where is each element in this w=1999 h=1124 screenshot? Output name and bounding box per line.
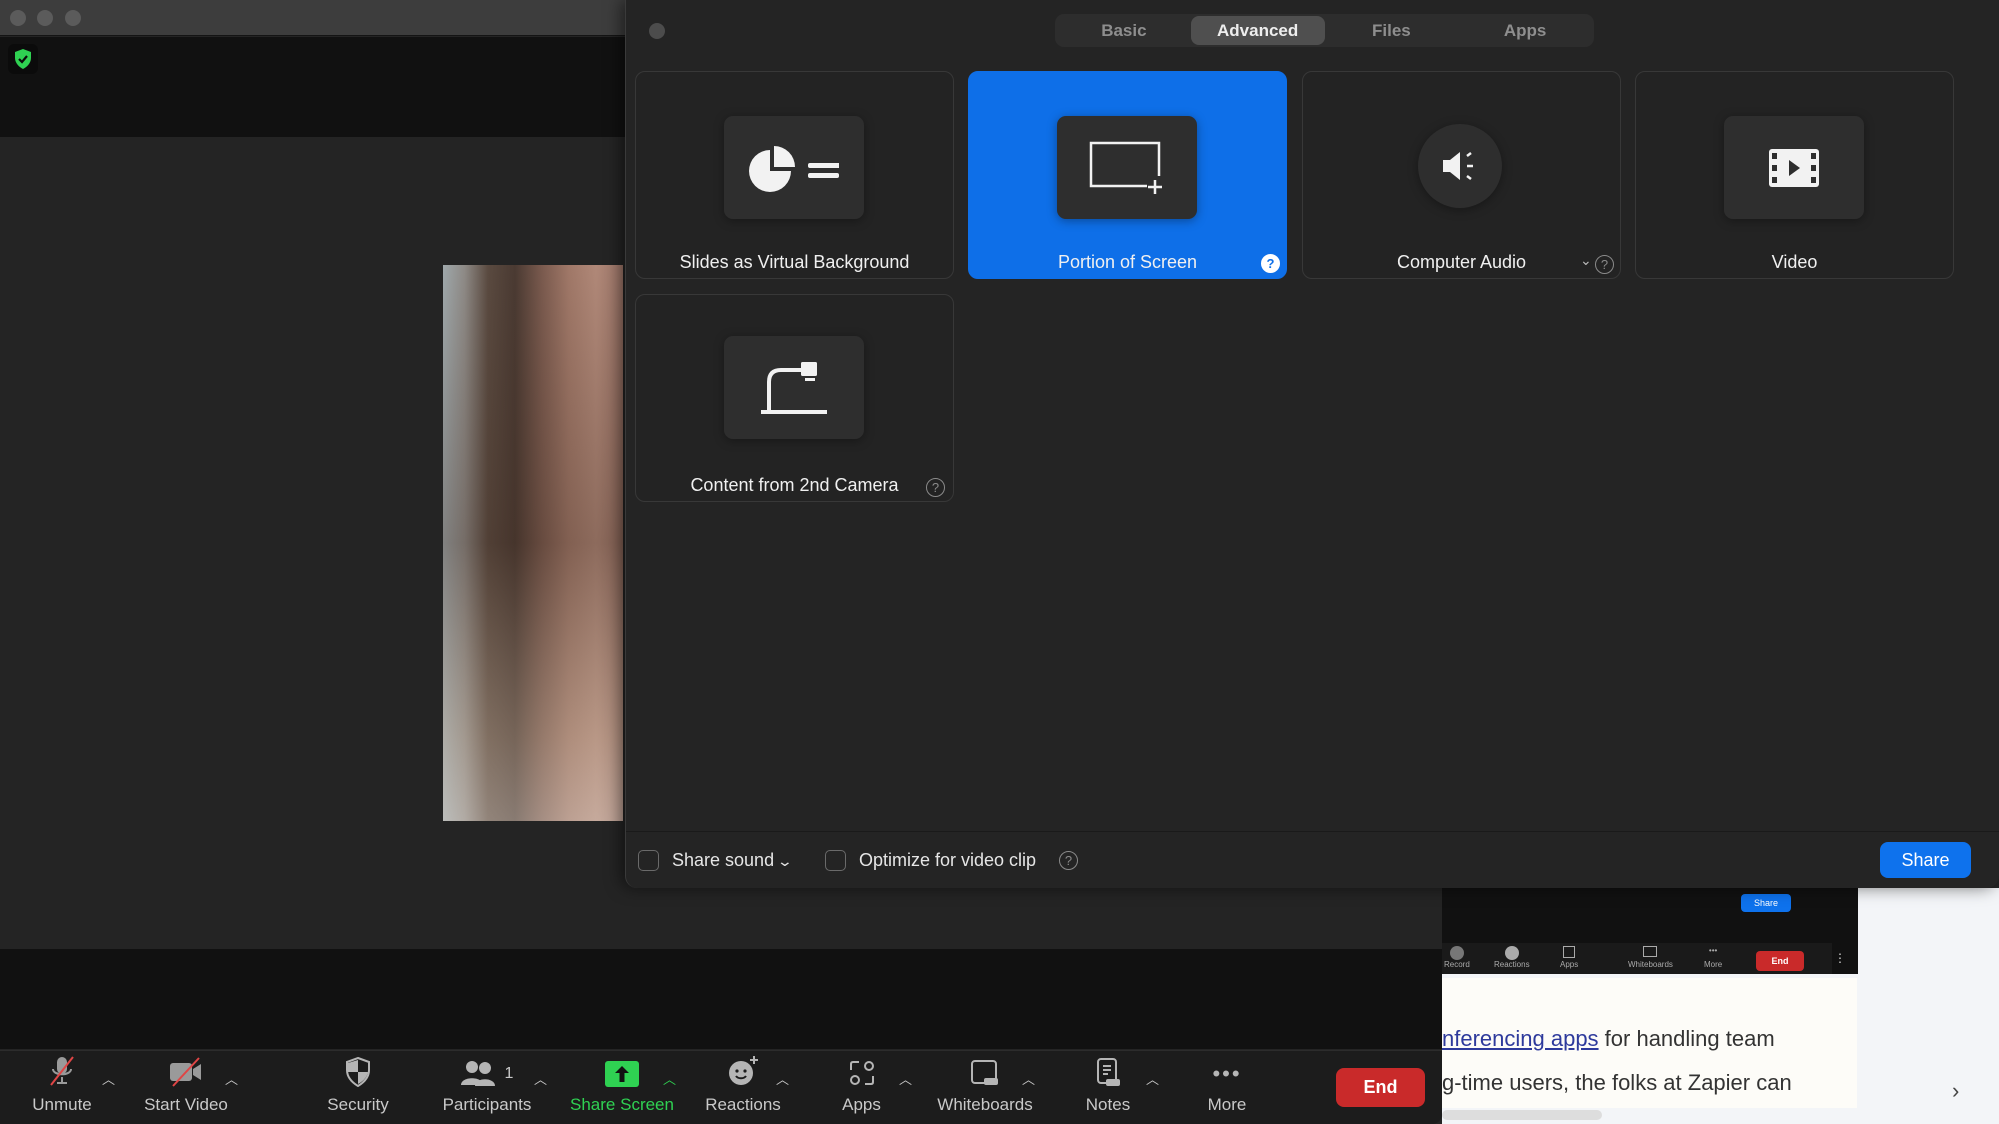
share-tabs: Basic Advanced Files Apps [1055, 14, 1594, 47]
embedded-end-button: End [1756, 951, 1804, 971]
notes-icon [1097, 1058, 1120, 1086]
participants-button[interactable]: 1 Participants [437, 1051, 537, 1124]
embedded-whiteboards: Whiteboards [1628, 946, 1673, 969]
background-browser-page: Share Record Reactions Apps Whiteboards … [1442, 888, 1999, 1124]
tab-files[interactable]: Files [1325, 16, 1459, 45]
share-screen-icon [605, 1061, 639, 1087]
apps-button[interactable]: Apps [834, 1051, 889, 1124]
reactions-icon [729, 1056, 758, 1085]
audio-options-caret[interactable]: ︿ [102, 1069, 115, 1088]
embedded-kebab-icon: ⋮ [1834, 951, 1846, 965]
whiteboards-button[interactable]: Whiteboards [934, 1051, 1036, 1124]
footer-divider [626, 831, 1999, 832]
optimize-video-label[interactable]: Optimize for video clip [859, 850, 1036, 871]
share-sound-chevron-icon[interactable]: ⌄ [777, 853, 793, 870]
share-screen-button[interactable]: Share Screen [568, 1051, 676, 1124]
share-sound-checkbox[interactable] [638, 850, 659, 871]
slides-background-icon [749, 145, 839, 192]
option-video[interactable]: Video [1635, 71, 1954, 279]
tab-basic[interactable]: Basic [1057, 16, 1191, 45]
embedded-share-button: Share [1741, 894, 1791, 912]
apps-options-caret[interactable]: ︿ [899, 1069, 912, 1088]
camera-off-icon [170, 1057, 201, 1087]
portion-of-screen-icon [1089, 141, 1162, 194]
meeting-toolbar: Unmute ︿ Start Video ︿ Security 1 Partic… [0, 1050, 1442, 1124]
reactions-options-caret[interactable]: ︿ [776, 1069, 789, 1088]
minimize-window-button[interactable] [37, 10, 53, 26]
share-screen-dialog: Basic Advanced Files Apps Slides as Virt… [625, 0, 1999, 888]
close-window-button[interactable] [10, 10, 26, 26]
tab-advanced[interactable]: Advanced [1190, 16, 1325, 45]
embedded-more: ••• More [1704, 946, 1723, 969]
document-camera-icon [761, 361, 827, 414]
bottom-strip [0, 949, 1442, 1049]
option-computer-audio[interactable]: Computer Audio ⌄ ? [1302, 71, 1621, 279]
end-meeting-button[interactable]: End [1336, 1068, 1425, 1107]
shield-check-icon [15, 49, 31, 69]
audio-dropdown-chevron-icon[interactable]: ⌄ [1580, 252, 1592, 269]
embedded-record: Record [1444, 946, 1470, 969]
reactions-button[interactable]: Reactions [701, 1051, 785, 1124]
maximize-window-button[interactable] [65, 10, 81, 26]
speaker-icon [1443, 152, 1473, 180]
security-shield-icon [346, 1057, 370, 1087]
participants-options-caret[interactable]: ︿ [534, 1069, 547, 1088]
camera-help-icon[interactable]: ? [926, 478, 945, 497]
notes-options-caret[interactable]: ︿ [1146, 1069, 1159, 1088]
share-options-caret[interactable]: ︿ [663, 1069, 676, 1088]
embedded-reactions: Reactions [1494, 946, 1530, 969]
horizontal-scrollbar[interactable] [1442, 1110, 1602, 1120]
participants-icon [460, 1061, 495, 1086]
more-dots-icon: ••• [1212, 1061, 1242, 1086]
microphone-muted-icon [50, 1056, 74, 1086]
article-link[interactable]: nferencing apps [1442, 1026, 1599, 1051]
next-chevron-icon[interactable]: › [1952, 1078, 1959, 1104]
whiteboard-icon [971, 1060, 998, 1085]
dialog-close-button[interactable] [649, 23, 665, 39]
share-button[interactable]: Share [1880, 842, 1971, 878]
screen: Share Record Reactions Apps Whiteboards … [0, 0, 1999, 1124]
security-button[interactable]: Security [320, 1051, 396, 1124]
audio-help-icon[interactable]: ? [1595, 255, 1614, 274]
optimize-help-icon[interactable]: ? [1059, 851, 1078, 870]
option-content-from-2nd-camera[interactable]: Content from 2nd Camera ? [635, 294, 954, 502]
whiteboards-options-caret[interactable]: ︿ [1022, 1069, 1035, 1088]
video-options-caret[interactable]: ︿ [225, 1069, 238, 1088]
option-slides-virtual-background[interactable]: Slides as Virtual Background [635, 71, 954, 279]
embedded-zoom-screenshot: Share Record Reactions Apps Whiteboards … [1442, 888, 1858, 974]
article-line-1: nferencing apps for handling team [1442, 1026, 1775, 1051]
notes-button[interactable]: Notes [1080, 1051, 1136, 1124]
option-portion-of-screen[interactable]: Portion of Screen ? [968, 71, 1287, 279]
portion-help-icon[interactable]: ? [1261, 254, 1280, 273]
participants-count: 1 [504, 1065, 514, 1082]
more-button[interactable]: ••• More [1200, 1051, 1254, 1124]
participant-video[interactable] [443, 265, 623, 821]
encryption-badge[interactable] [8, 44, 38, 74]
unmute-button[interactable]: Unmute [26, 1051, 98, 1124]
apps-icon [849, 1061, 874, 1085]
optimize-video-checkbox[interactable] [825, 850, 846, 871]
start-video-button[interactable]: Start Video [138, 1051, 234, 1124]
embedded-toolbar: Record Reactions Apps Whiteboards ••• Mor… [1442, 943, 1846, 974]
video-file-icon [1769, 148, 1819, 187]
share-sound-label[interactable]: Share sound ⌄ [672, 850, 793, 871]
embedded-apps: Apps [1560, 946, 1578, 969]
tab-apps[interactable]: Apps [1458, 16, 1592, 45]
article-line-2: g-time users, the folks at Zapier can [1442, 1070, 1792, 1095]
